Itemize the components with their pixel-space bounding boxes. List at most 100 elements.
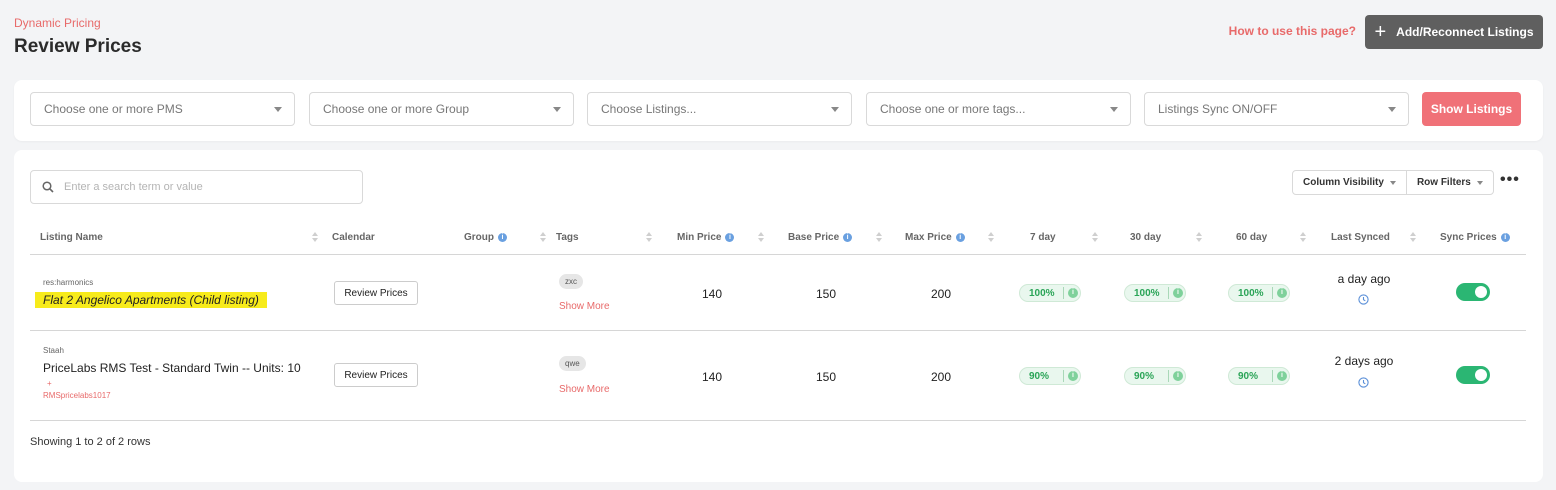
row-filters-label: Row Filters (1416, 177, 1471, 188)
occupancy-60-day-badge: 100% i (1228, 284, 1290, 302)
col-min-price-label: Min Price (677, 232, 722, 243)
breadcrumb[interactable]: Dynamic Pricing (14, 16, 101, 30)
occupancy-7-day-badge: 100% i (1019, 284, 1081, 302)
chevron-down-icon (1388, 107, 1396, 112)
base-price-value[interactable]: 150 (796, 287, 856, 301)
info-icon[interactable]: i (1500, 233, 1510, 242)
info-icon[interactable]: i (1068, 371, 1078, 381)
plus-icon: + (1374, 21, 1387, 43)
sort-icon[interactable] (646, 232, 652, 244)
tag-chip: qwe (559, 356, 586, 371)
add-reconnect-label: Add/Reconnect Listings (1396, 25, 1534, 39)
review-prices-button[interactable]: Review Prices (334, 363, 418, 387)
occupancy-value: 90% (1134, 370, 1155, 382)
col-listing-name[interactable]: Listing Name (40, 232, 103, 243)
search-icon (42, 181, 54, 193)
tags-select-placeholder: Choose one or more tags... (880, 102, 1026, 116)
occupancy-value: 100% (1238, 287, 1264, 299)
chevron-down-icon (831, 107, 839, 112)
expand-plus[interactable]: + (47, 378, 52, 389)
help-link[interactable]: How to use this page? (1229, 24, 1356, 38)
occupancy-value: 90% (1029, 370, 1050, 382)
listing-name[interactable]: PriceLabs RMS Test - Standard Twin -- Un… (43, 361, 301, 375)
min-price-value[interactable]: 140 (682, 370, 742, 384)
col-7-day[interactable]: 7 day (1030, 232, 1056, 243)
col-tags-label: Tags (556, 232, 579, 243)
search-input[interactable] (64, 181, 334, 193)
sort-icon[interactable] (312, 232, 318, 244)
listing-source: res:harmonics (43, 278, 94, 287)
column-visibility-button[interactable]: Column Visibility (1293, 171, 1406, 194)
sync-prices-toggle[interactable] (1456, 366, 1490, 384)
sort-icon[interactable] (1092, 232, 1098, 244)
sort-icon[interactable] (1410, 232, 1416, 244)
info-icon[interactable]: i (725, 233, 735, 242)
sort-icon[interactable] (876, 232, 882, 244)
occupancy-30-day-badge: 100% i (1124, 284, 1186, 302)
col-group-label: Group (464, 232, 494, 243)
pms-select[interactable]: Choose one or more PMS (30, 92, 295, 126)
listing-name[interactable]: Flat 2 Angelico Apartments (Child listin… (35, 292, 267, 308)
chevron-down-icon (1476, 180, 1483, 185)
add-reconnect-listings-button[interactable]: + Add/Reconnect Listings (1365, 15, 1543, 49)
col-group[interactable]: Group i (464, 232, 507, 243)
clock-icon[interactable] (1358, 294, 1369, 305)
info-icon[interactable]: i (1173, 371, 1183, 381)
col-sync-prices: Sync Prices i (1440, 232, 1510, 243)
col-30-day-label: 30 day (1130, 232, 1162, 243)
info-icon[interactable]: i (1068, 288, 1078, 298)
col-60-day[interactable]: 60 day (1236, 232, 1267, 243)
occupancy-7-day-badge: 90% i (1019, 367, 1081, 385)
sync-select-placeholder: Listings Sync ON/OFF (1158, 102, 1278, 116)
col-7-day-label: 7 day (1030, 232, 1056, 243)
col-60-day-label: 60 day (1236, 232, 1268, 243)
col-tags[interactable]: Tags (556, 232, 579, 243)
group-select[interactable]: Choose one or more Group (309, 92, 574, 126)
sort-icon[interactable] (540, 232, 546, 244)
col-30-day[interactable]: 30 day (1130, 232, 1161, 243)
sort-icon[interactable] (988, 232, 994, 244)
table-row: res:harmonics Flat 2 Angelico Apartments… (14, 255, 1543, 330)
review-prices-button[interactable]: Review Prices (334, 281, 418, 305)
show-listings-button[interactable]: Show Listings (1422, 92, 1521, 126)
sync-prices-toggle[interactable] (1456, 283, 1490, 301)
info-icon[interactable]: i (955, 233, 965, 242)
column-visibility-label: Column Visibility (1303, 177, 1384, 188)
info-icon[interactable]: i (1277, 371, 1287, 381)
sort-icon[interactable] (758, 232, 764, 244)
last-synced-text: 2 days ago (1334, 354, 1394, 368)
tags-select[interactable]: Choose one or more tags... (866, 92, 1131, 126)
sort-icon[interactable] (1300, 232, 1306, 244)
filter-panel: Choose one or more PMS Choose one or mor… (14, 80, 1543, 141)
show-more-link[interactable]: Show More (559, 384, 610, 395)
col-last-synced-label: Last Synced (1331, 232, 1390, 243)
occupancy-value: 100% (1029, 287, 1055, 299)
more-options-icon[interactable]: ••• (1500, 172, 1520, 188)
col-min-price[interactable]: Min Price i (677, 232, 735, 243)
max-price-value[interactable]: 200 (911, 370, 971, 384)
occupancy-60-day-badge: 90% i (1228, 367, 1290, 385)
clock-icon[interactable] (1358, 377, 1369, 388)
listings-select-placeholder: Choose Listings... (601, 102, 697, 116)
last-synced-text: a day ago (1337, 272, 1391, 286)
info-icon[interactable]: i (498, 233, 507, 242)
col-sync-prices-label: Sync Prices (1440, 232, 1497, 243)
info-icon[interactable]: i (843, 233, 853, 242)
occupancy-30-day-badge: 90% i (1124, 367, 1186, 385)
search-box[interactable] (30, 170, 363, 204)
col-base-price[interactable]: Base Price i (788, 232, 853, 243)
max-price-value[interactable]: 200 (911, 287, 971, 301)
info-icon[interactable]: i (1277, 288, 1287, 298)
row-filters-button[interactable]: Row Filters (1405, 171, 1493, 194)
col-last-synced[interactable]: Last Synced (1331, 232, 1390, 243)
listings-select[interactable]: Choose Listings... (587, 92, 852, 126)
col-max-price[interactable]: Max Price i (905, 232, 965, 243)
sort-icon[interactable] (1196, 232, 1202, 244)
show-more-link[interactable]: Show More (559, 301, 610, 312)
info-icon[interactable]: i (1173, 288, 1183, 298)
min-price-value[interactable]: 140 (682, 287, 742, 301)
occupancy-value: 90% (1238, 370, 1259, 382)
sync-select[interactable]: Listings Sync ON/OFF (1144, 92, 1409, 126)
base-price-value[interactable]: 150 (796, 370, 856, 384)
listing-id-link[interactable]: RMSpricelabs1017 (43, 390, 111, 401)
